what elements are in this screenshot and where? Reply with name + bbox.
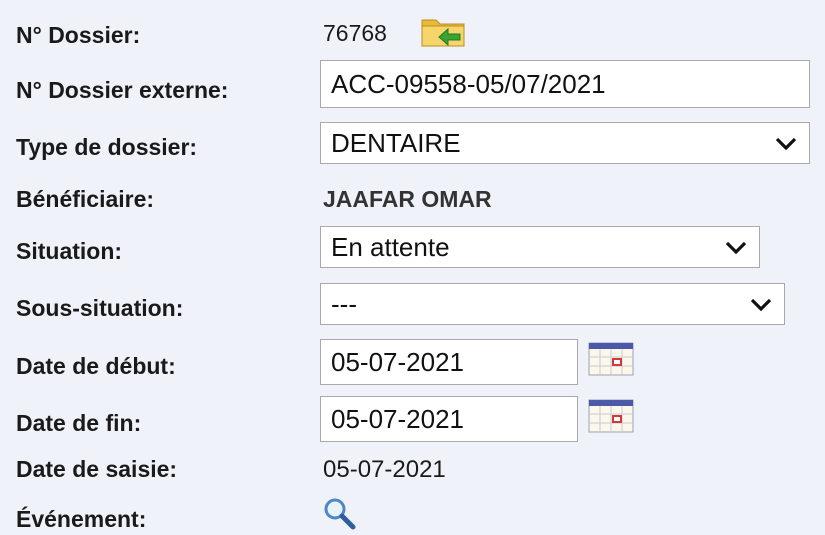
type-dossier-select[interactable]: DENTAIRE xyxy=(320,122,810,164)
situation-select[interactable]: En attente xyxy=(320,226,760,268)
dossier-number: 76768 xyxy=(323,20,387,46)
date-debut-input[interactable]: 05-07-2021 xyxy=(320,339,578,385)
situation-label: Situation: xyxy=(16,238,123,264)
sous-situation-select[interactable]: --- xyxy=(320,283,785,325)
chevron-down-icon xyxy=(725,241,747,255)
situation-value: En attente xyxy=(331,232,450,262)
beneficiaire-label: Bénéficiaire: xyxy=(16,186,155,212)
sous-situation-label: Sous-situation: xyxy=(16,295,184,321)
type-dossier-label: Type de dossier: xyxy=(16,134,198,160)
type-dossier-value: DENTAIRE xyxy=(331,128,461,158)
magnifier-icon[interactable] xyxy=(320,496,360,535)
folder-arrow-icon[interactable] xyxy=(420,14,468,53)
dossier-form: N° Dossier: 76768 N° Dossier externe: AC… xyxy=(0,0,825,534)
chevron-down-icon xyxy=(750,298,772,312)
date-fin-input[interactable]: 05-07-2021 xyxy=(320,396,578,442)
calendar-icon[interactable] xyxy=(587,398,635,439)
date-saisie-value: 05-07-2021 xyxy=(323,456,446,483)
date-saisie-label: Date de saisie: xyxy=(16,456,178,482)
chevron-down-icon xyxy=(775,137,797,151)
date-debut-label: Date de début: xyxy=(16,353,176,379)
dossier-externe-input[interactable]: ACC-09558-05/07/2021 xyxy=(320,60,810,108)
dossier-externe-label: N° Dossier externe: xyxy=(16,77,229,103)
sous-situation-value: --- xyxy=(331,289,357,319)
date-fin-label: Date de fin: xyxy=(16,410,142,436)
dossier-label: N° Dossier: xyxy=(16,22,141,48)
beneficiaire-name: JAAFAR OMAR xyxy=(323,186,492,212)
calendar-icon[interactable] xyxy=(587,341,635,382)
evenement-label: Événement: xyxy=(16,506,147,532)
